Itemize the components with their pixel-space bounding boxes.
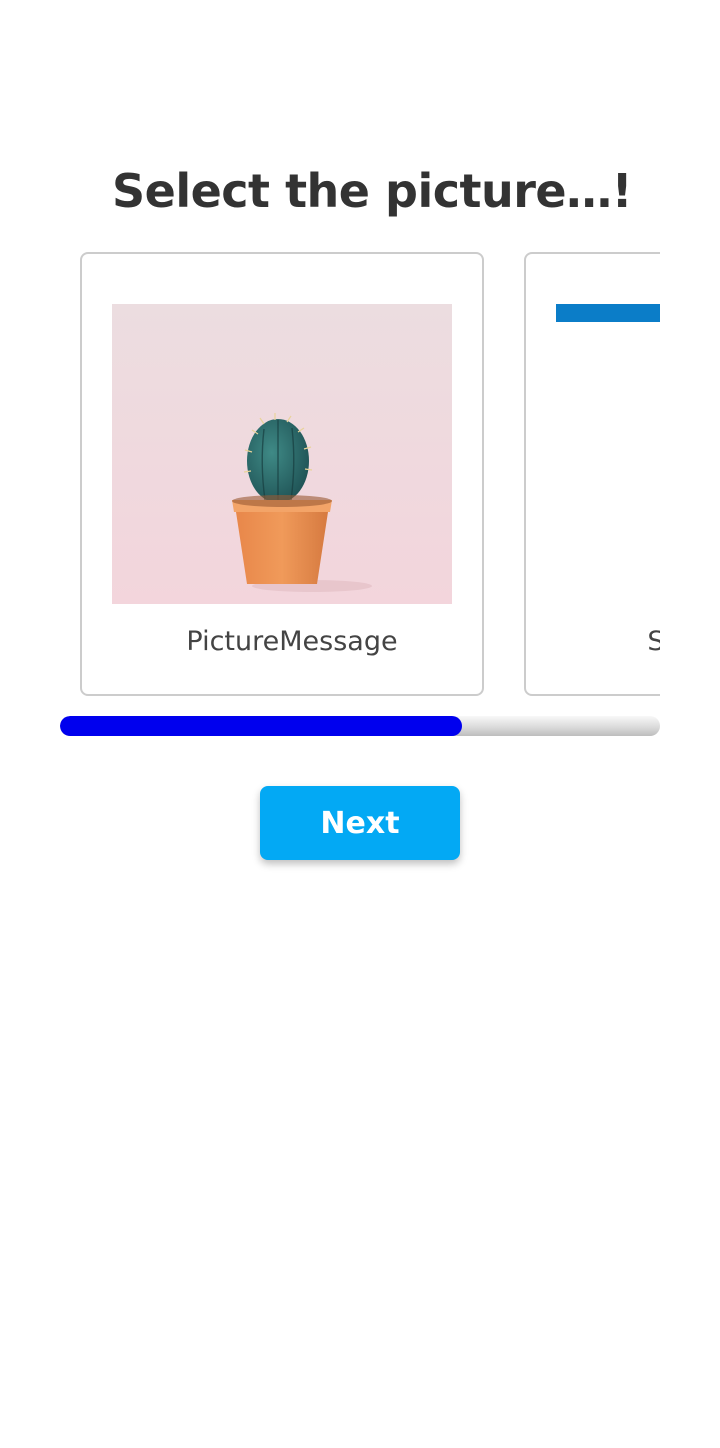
page: Select the picture…! PictureMessage S Ne…	[0, 0, 720, 1448]
progress-bar	[60, 716, 660, 736]
cactus-image	[112, 304, 452, 604]
page-title: Select the picture…!	[112, 164, 633, 218]
picture-carousel[interactable]: PictureMessage S	[60, 252, 660, 696]
picture-card-2[interactable]: S	[524, 252, 660, 696]
picture-card-1[interactable]: PictureMessage	[80, 252, 484, 696]
progress-fill	[60, 716, 462, 736]
card-caption: S	[647, 626, 660, 657]
next-button[interactable]: Next	[260, 786, 460, 860]
card-caption: PictureMessage	[186, 626, 398, 657]
blue-bar-image	[556, 304, 660, 322]
